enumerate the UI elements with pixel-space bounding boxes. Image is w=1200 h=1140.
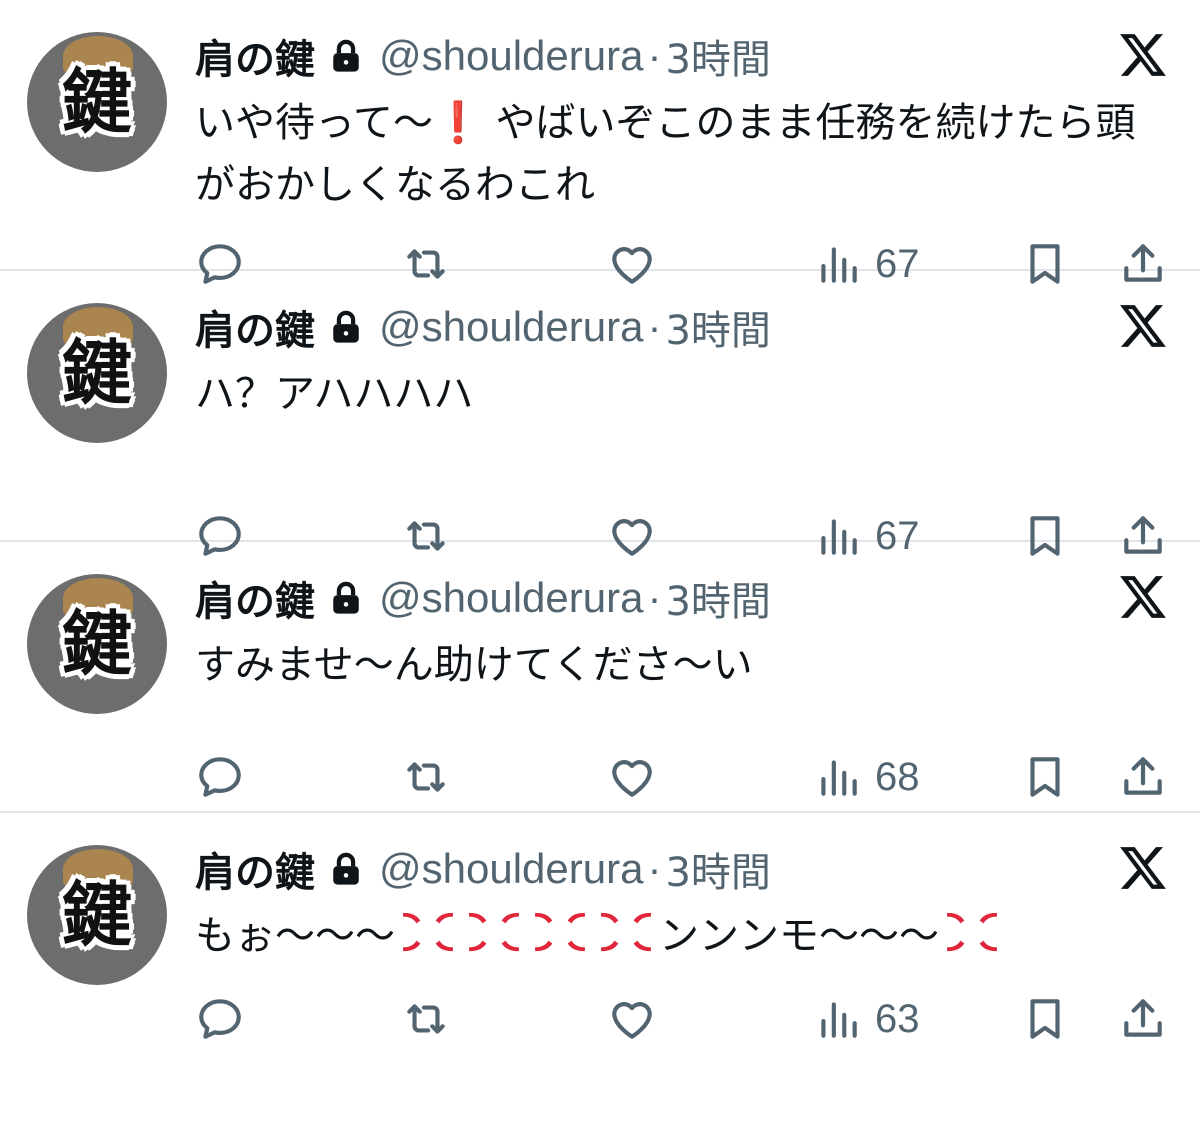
share-icon xyxy=(1118,752,1168,802)
anger-emoji-icon xyxy=(943,909,1001,955)
tweet-header: 肩の鍵 @shoulderura · 3時間 xyxy=(195,28,771,84)
anger-emoji-icon xyxy=(399,909,457,955)
views-button[interactable]: 68 xyxy=(813,747,920,807)
tweet-header: 肩の鍵 @shoulderura · 3時間 xyxy=(195,841,771,897)
heart-icon xyxy=(607,994,657,1044)
avatar-character: 鍵 xyxy=(62,874,132,956)
user-handle[interactable]: @shoulderura xyxy=(379,303,643,351)
tweet-text-part: もぉ〜〜〜 xyxy=(195,913,395,959)
timestamp[interactable]: 3時間 xyxy=(665,27,770,85)
bookmark-icon xyxy=(1020,994,1070,1044)
timestamp[interactable]: 3時間 xyxy=(665,298,770,356)
tweet[interactable]: 鍵 肩の鍵 @shoulderura · 3時間 いや待って〜❗ やばいぞこのま… xyxy=(0,0,1200,286)
x-logo-icon xyxy=(1118,32,1168,78)
lock-icon xyxy=(329,850,363,888)
retweet-button[interactable] xyxy=(401,989,451,1049)
tweet[interactable]: 鍵 肩の鍵 @shoulderura · 3時間 もぉ〜〜〜 ンンンモ〜〜〜 63 xyxy=(0,813,1200,1140)
user-handle[interactable]: @shoulderura xyxy=(379,32,643,80)
avatar-character: 鍵 xyxy=(62,61,132,143)
separator-dot: · xyxy=(647,32,662,79)
tweet-header: 肩の鍵 @shoulderura · 3時間 xyxy=(195,570,771,626)
separator-dot: · xyxy=(647,845,662,892)
tweet[interactable]: 鍵 肩の鍵 @shoulderura · 3時間 ハ？アハハハハ 67 xyxy=(0,271,1200,558)
tweet[interactable]: 鍵 肩の鍵 @shoulderura · 3時間 すみませ〜ん助けてくださ〜い … xyxy=(0,542,1200,813)
share-button[interactable] xyxy=(1118,989,1168,1049)
timestamp[interactable]: 3時間 xyxy=(665,840,770,898)
lock-icon xyxy=(329,308,363,346)
timeline-feed: 鍵 肩の鍵 @shoulderura · 3時間 いや待って〜❗ やばいぞこのま… xyxy=(0,0,1200,1140)
display-name[interactable]: 肩の鍵 xyxy=(195,298,315,356)
bookmark-icon xyxy=(1020,752,1070,802)
exclamation-emoji: ❗ xyxy=(433,100,483,146)
heart-icon xyxy=(607,752,657,802)
bookmark-button[interactable] xyxy=(1020,747,1070,807)
avatar[interactable]: 鍵 xyxy=(27,303,167,443)
avatar[interactable]: 鍵 xyxy=(27,845,167,985)
views-icon xyxy=(813,994,863,1044)
retweet-icon xyxy=(401,752,451,802)
avatar[interactable]: 鍵 xyxy=(27,574,167,714)
user-handle[interactable]: @shoulderura xyxy=(379,574,643,622)
tweet-text: もぉ〜〜〜 ンンンモ〜〜〜 xyxy=(195,905,1170,967)
tweet-text-part: いや待って〜 xyxy=(195,100,433,146)
lock-icon xyxy=(329,37,363,75)
x-logo-icon xyxy=(1118,574,1168,620)
display-name[interactable]: 肩の鍵 xyxy=(195,27,315,85)
views-icon xyxy=(813,752,863,802)
anger-emoji-icon xyxy=(597,909,655,955)
action-bar: 63 xyxy=(0,989,1200,1049)
user-handle[interactable]: @shoulderura xyxy=(379,845,643,893)
like-button[interactable] xyxy=(607,747,657,807)
separator-dot: · xyxy=(647,574,662,621)
share-button[interactable] xyxy=(1118,747,1168,807)
tweet-text: いや待って〜❗ やばいぞこのまま任務を続けたら頭がおかしくなるわこれ xyxy=(195,92,1170,216)
tweet-text-part: ンンンモ〜〜〜 xyxy=(659,913,939,959)
separator-dot: · xyxy=(647,303,662,350)
reply-button[interactable] xyxy=(195,989,245,1049)
share-icon xyxy=(1118,994,1168,1044)
tweet-text: すみませ〜ん助けてくださ〜い xyxy=(195,642,753,688)
views-count: 68 xyxy=(875,754,920,799)
avatar[interactable]: 鍵 xyxy=(27,32,167,172)
lock-icon xyxy=(329,579,363,617)
avatar-character: 鍵 xyxy=(62,332,132,414)
like-button[interactable] xyxy=(607,989,657,1049)
retweet-icon xyxy=(401,994,451,1044)
action-bar: 68 xyxy=(0,747,1200,807)
anger-emoji-icon xyxy=(531,909,589,955)
tweet-header: 肩の鍵 @shoulderura · 3時間 xyxy=(195,299,771,355)
reply-icon xyxy=(195,752,245,802)
reply-icon xyxy=(195,994,245,1044)
x-logo-icon xyxy=(1118,845,1168,891)
reply-button[interactable] xyxy=(195,747,245,807)
bookmark-button[interactable] xyxy=(1020,989,1070,1049)
display-name[interactable]: 肩の鍵 xyxy=(195,840,315,898)
avatar-character: 鍵 xyxy=(62,603,132,685)
retweet-button[interactable] xyxy=(401,747,451,807)
x-logo-icon xyxy=(1118,303,1168,349)
views-button[interactable]: 63 xyxy=(813,989,920,1049)
anger-emoji-icon xyxy=(465,909,523,955)
display-name[interactable]: 肩の鍵 xyxy=(195,569,315,627)
timestamp[interactable]: 3時間 xyxy=(665,569,770,627)
views-count: 63 xyxy=(875,996,920,1041)
tweet-text: ハ？アハハハハ xyxy=(195,371,474,417)
